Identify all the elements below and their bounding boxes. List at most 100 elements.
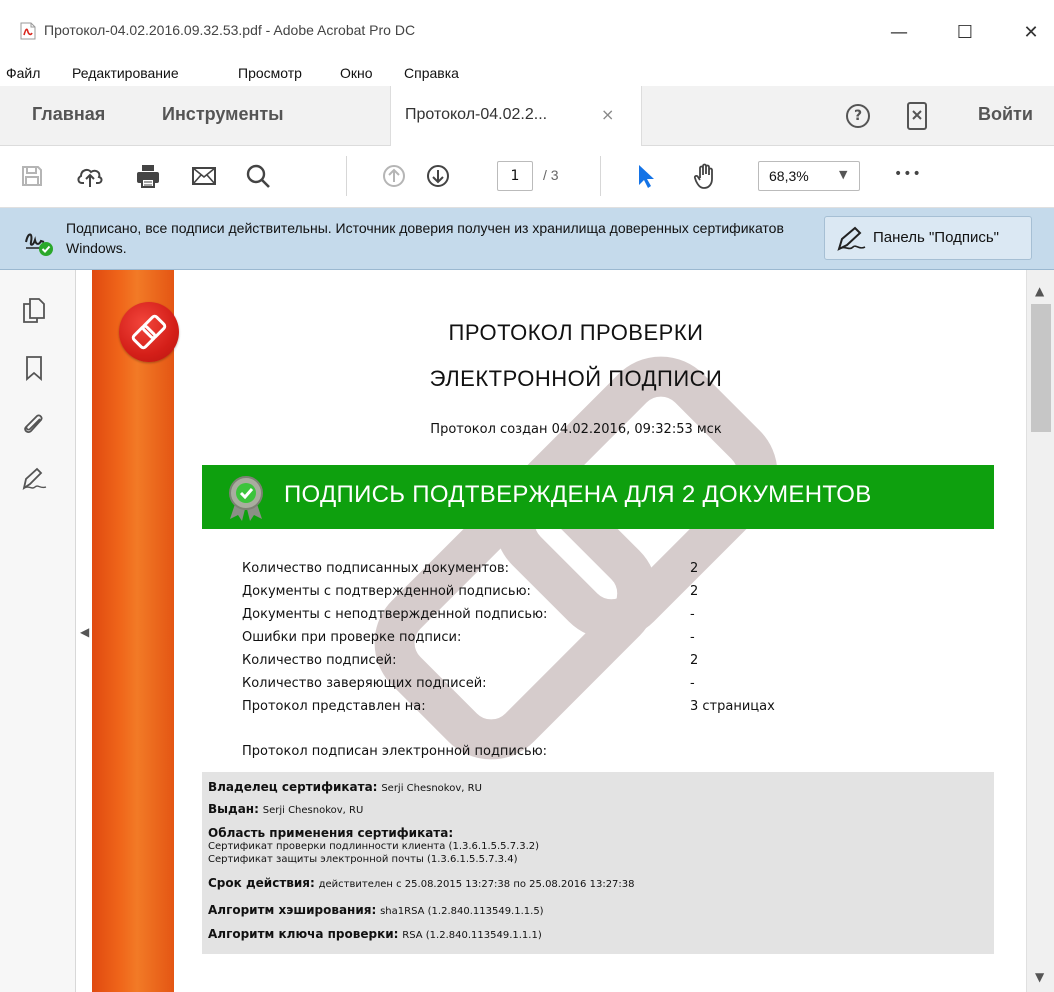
search-button[interactable]	[240, 158, 276, 194]
tabs-bar: Главная Инструменты Протокол-04.02.2... …	[0, 86, 1054, 146]
window-title: Протокол-04.02.2016.09.32.53.pdf - Adobe…	[44, 22, 416, 38]
acrobat-pdf-icon	[20, 22, 36, 40]
menu-window[interactable]: Окно	[340, 65, 373, 81]
cert-issuer-label: Выдан:	[208, 802, 259, 816]
cert-owner-label: Владелец сертификата:	[208, 780, 378, 794]
upload-button[interactable]	[72, 158, 108, 194]
decorative-orange-strip	[92, 270, 179, 992]
stat-value: 2	[690, 561, 699, 576]
verification-banner-text: ПОДПИСЬ ПОДТВЕРЖДЕНА ДЛЯ 2 ДОКУМЕНТОВ	[284, 481, 872, 508]
cert-validity-value: действителен с 25.08.2015 13:27:38 по 25…	[318, 879, 635, 890]
stat-value: 3 страницах	[690, 699, 775, 714]
tab-document[interactable]: Протокол-04.02.2... ×	[390, 86, 642, 146]
cert-hash-label: Алгоритм хэширования:	[208, 903, 377, 917]
tab-home[interactable]: Главная	[32, 104, 105, 125]
document-title-line2: ЭЛЕКТРОННОЙ ПОДПИСИ	[429, 366, 723, 391]
maximize-button[interactable]: ☐	[942, 18, 988, 48]
cert-scope-label: Область применения сертификата:	[208, 826, 453, 840]
signature-pen-icon	[837, 226, 866, 251]
print-icon	[137, 165, 159, 188]
valid-signature-icon	[25, 233, 53, 256]
toolbar-separator	[346, 156, 347, 196]
help-icon[interactable]: ?	[846, 104, 870, 128]
stat-label: Ошибки при проверке подписи:	[242, 630, 462, 645]
hand-tool-button[interactable]	[688, 158, 724, 194]
cert-key: Алгоритм ключа проверки: RSA (1.2.840.11…	[208, 927, 542, 941]
cert-validity-label: Срок действия:	[208, 876, 315, 890]
cert-validity: Срок действия: действителен с 25.08.2015…	[208, 876, 635, 890]
signature-status-message: Подписано, все подписи действительны. Ис…	[66, 220, 784, 256]
logo-badge-icon	[119, 302, 179, 362]
select-tool-button[interactable]	[628, 158, 664, 194]
cursor-arrow-icon	[639, 165, 654, 188]
cert-scope-line: Сертификат проверки подлинности клиента …	[208, 841, 540, 852]
previous-page-button[interactable]	[376, 158, 412, 194]
stat-value: -	[690, 676, 695, 691]
cert-hash-value: sha1RSA (1.2.840.113549.1.1.5)	[380, 906, 544, 917]
close-tab-button[interactable]: ×	[601, 105, 614, 124]
minimize-button[interactable]: —	[876, 18, 922, 48]
tab-tools[interactable]: Инструменты	[162, 104, 284, 125]
save-icon	[22, 166, 42, 186]
scroll-up-arrow[interactable]: ▲	[1035, 284, 1044, 298]
stat-label: Документы с подтвержденной подписью:	[242, 584, 531, 599]
collapse-pane-arrow[interactable]: ◀	[80, 625, 89, 639]
vertical-scrollbar[interactable]: ▲ ▼	[1026, 270, 1054, 992]
cert-key-value: RSA (1.2.840.113549.1.1.1)	[402, 930, 542, 941]
cert-hash: Алгоритм хэширования: sha1RSA (1.2.840.1…	[208, 903, 544, 917]
document-viewer[interactable]: ◀ ПРОТОКОЛ ПРОВЕРКИ ЭЛЕКТРОННОЙ ПОДПИСИ …	[76, 270, 1054, 992]
navigation-pane	[0, 270, 76, 992]
stat-value: -	[690, 630, 695, 645]
document-title-line1: ПРОТОКОЛ ПРОВЕРКИ	[448, 320, 704, 345]
cert-scope-label-text: Область применения сертификата:	[208, 826, 454, 840]
print-button[interactable]	[130, 158, 166, 194]
toolbar: 1 / 3 68,3% ▼ •••	[0, 146, 1054, 208]
scrollbar-thumb[interactable]	[1031, 304, 1051, 432]
stat-value: 2	[690, 653, 699, 668]
envelope-icon	[192, 167, 216, 185]
hand-icon	[693, 163, 713, 189]
mobile-link-icon[interactable]	[906, 102, 928, 130]
signin-button[interactable]: Войти	[978, 104, 1033, 125]
stat-value: -	[690, 607, 695, 622]
stat-label: Протокол представлен на:	[242, 699, 426, 714]
menu-edit[interactable]: Редактирование	[72, 65, 179, 81]
signature-panel-label: Панель "Подпись"	[873, 229, 999, 246]
search-icon	[246, 164, 270, 188]
award-ribbon-icon	[229, 476, 263, 521]
cert-issuer-value: Serji Chesnokov, RU	[262, 805, 364, 816]
signature-panel-button[interactable]: Панель "Подпись"	[824, 216, 1032, 260]
more-tools-button[interactable]: •••	[894, 166, 922, 182]
close-window-button[interactable]: ✕	[1008, 18, 1054, 48]
stat-label: Документы с неподтвержденной подписью:	[242, 607, 548, 622]
cert-owner-value: Serji Chesnokov, RU	[381, 783, 482, 794]
signed-by-label: Протокол подписан электронной подписью:	[242, 744, 548, 759]
save-button[interactable]	[14, 158, 50, 194]
signature-status-bar: Подписано, все подписи действительны. Ис…	[0, 208, 1054, 270]
title-bar: Протокол-04.02.2016.09.32.53.pdf - Adobe…	[0, 0, 1054, 62]
page-total: / 3	[543, 167, 559, 183]
page-number-input[interactable]: 1	[497, 161, 533, 191]
attachments-icon[interactable]	[20, 410, 48, 438]
cloud-upload-icon	[77, 168, 103, 187]
next-page-button[interactable]	[420, 158, 456, 194]
cert-owner: Владелец сертификата: Serji Chesnokov, R…	[208, 780, 482, 794]
bookmarks-icon[interactable]	[20, 354, 48, 382]
stat-label: Количество подписанных документов:	[242, 561, 510, 576]
verification-banner: ПОДПИСЬ ПОДТВЕРЖДЕНА ДЛЯ 2 ДОКУМЕНТОВ	[202, 465, 994, 529]
scroll-down-arrow[interactable]: ▼	[1035, 970, 1044, 984]
menu-help[interactable]: Справка	[404, 65, 459, 81]
email-button[interactable]	[186, 158, 222, 194]
signatures-icon[interactable]	[20, 466, 48, 494]
menu-file[interactable]: Файл	[6, 65, 40, 81]
zoom-dropdown[interactable]: 68,3% ▼	[758, 161, 860, 191]
page-thumbnails-icon[interactable]	[20, 296, 48, 324]
cert-key-label: Алгоритм ключа проверки:	[208, 927, 399, 941]
zoom-value: 68,3%	[769, 168, 809, 184]
cert-scope-line: Сертификат защиты электронной почты (1.3…	[208, 854, 518, 865]
menu-view[interactable]: Просмотр	[238, 65, 302, 81]
pdf-page: ◀ ПРОТОКОЛ ПРОВЕРКИ ЭЛЕКТРОННОЙ ПОДПИСИ …	[76, 270, 1026, 992]
menu-bar: Файл Редактирование Просмотр Окно Справк…	[0, 62, 1054, 86]
chevron-down-icon: ▼	[839, 168, 848, 181]
stat-value: 2	[690, 584, 699, 599]
